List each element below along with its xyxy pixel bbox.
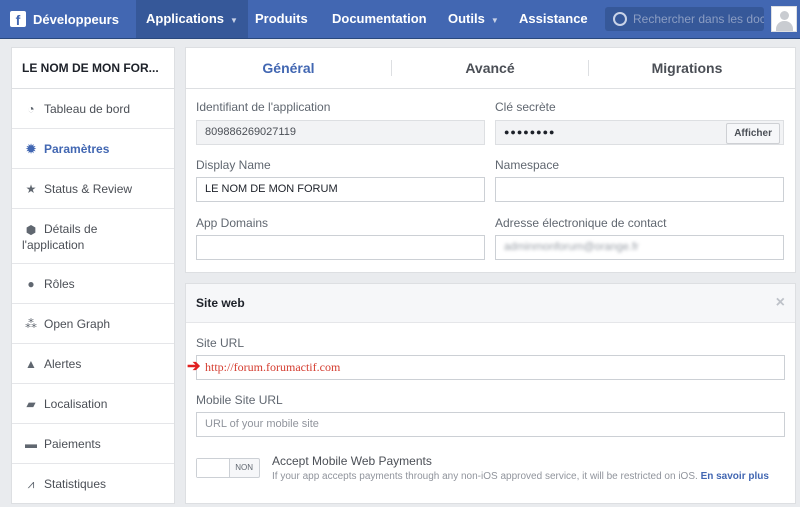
app-domains-label: App Domains: [196, 216, 269, 230]
sidebar-item-localisation[interactable]: ▰ Localisation: [12, 384, 174, 424]
settings-tabs: Général Avancé Migrations: [186, 48, 795, 89]
person-icon: ●: [27, 276, 35, 291]
app-id-field[interactable]: 809886269027119: [196, 120, 485, 145]
contact-email-value: adminmonforum@orange.fr: [504, 241, 639, 253]
payments-desc-text: If your app accepts payments through any…: [272, 471, 698, 482]
app-id-label: Identifiant de l'application: [196, 100, 331, 114]
site-url-value: http://forum.forumactif.com: [205, 360, 341, 374]
facebook-logo-icon: f: [10, 11, 26, 27]
display-name-label: Display Name: [196, 158, 271, 172]
nav-outils[interactable]: Outils ▼: [448, 0, 499, 38]
sidebar-item-status-review[interactable]: ★ Status & Review: [12, 169, 174, 209]
mobile-url-field[interactable]: URL of your mobile site: [196, 412, 785, 437]
graph-icon: ⁂: [25, 316, 37, 331]
nav-applications-label: Applications: [146, 11, 225, 26]
tab-migrations[interactable]: Migrations: [589, 48, 785, 88]
gear-icon: ✹: [25, 141, 37, 156]
sidebar-item-alerts[interactable]: ▲ Alertes: [12, 344, 174, 384]
card-icon: ▬: [25, 436, 37, 451]
learn-more-link[interactable]: En savoir plus: [701, 471, 769, 482]
search-icon: [613, 11, 627, 26]
secret-key-field[interactable]: ●●●●●●●● Afficher: [495, 120, 784, 145]
sidebar-item-label: Statistiques: [44, 477, 107, 491]
sidebar-item-label: Rôles: [44, 276, 75, 291]
show-secret-button[interactable]: Afficher: [726, 123, 780, 144]
brand-label: Développeurs: [33, 11, 119, 27]
sidebar-item-payments[interactable]: ▬ Paiements: [12, 424, 174, 464]
nav-assistance[interactable]: Assistance: [519, 0, 588, 38]
sidebar-item-label: Paiements: [44, 436, 101, 451]
sidebar-item-label: Tableau de bord: [44, 101, 131, 116]
sidebar-item-settings[interactable]: ✹ Paramètres: [12, 129, 174, 169]
general-settings-panel: Général Avancé Migrations Identifiant de…: [185, 47, 796, 273]
avatar[interactable]: [771, 6, 797, 32]
sidebar-item-label: Alertes: [44, 356, 82, 371]
tab-advanced[interactable]: Avancé: [392, 48, 588, 88]
secret-key-label: Clé secrète: [495, 100, 556, 114]
website-panel-title: Site web: [196, 296, 245, 310]
sidebar-item-open-graph[interactable]: ⁂ Open Graph: [12, 304, 174, 344]
avatar-head: [780, 11, 789, 20]
namespace-label: Namespace: [495, 158, 560, 172]
search-input[interactable]: Rechercher dans les docs: [605, 7, 764, 31]
sidebar-item-statistics[interactable]: ⩘ Statistiques: [12, 464, 174, 504]
display-name-field[interactable]: LE NOM DE MON FORUM: [196, 177, 485, 202]
box-icon: ⬢: [25, 223, 37, 237]
chevron-down-icon: ▼: [230, 16, 238, 25]
contact-email-label: Adresse électronique de contact: [495, 216, 667, 230]
contact-email-field[interactable]: adminmonforum@orange.fr: [495, 235, 784, 260]
close-icon[interactable]: ×: [776, 284, 785, 322]
warning-icon: ▲: [25, 356, 37, 371]
sidebar-item-label: Localisation: [44, 396, 108, 411]
sidebar-item-label: Paramètres: [44, 141, 110, 156]
site-url-field[interactable]: ➔ http://forum.forumactif.com: [187, 355, 785, 380]
nav-applications[interactable]: Applications ▼: [136, 0, 248, 38]
top-navigation-bar: f Développeurs Applications ▼ Produits Do…: [0, 0, 800, 39]
sidebar-item-label: Open Graph: [44, 316, 111, 331]
website-panel-header: Site web ×: [186, 284, 795, 323]
nav-produits[interactable]: Produits: [255, 0, 308, 38]
app-domains-field[interactable]: [196, 235, 485, 260]
sidebar-item-app-details[interactable]: ⬢ Détails de l'application: [12, 209, 174, 264]
red-arrow-icon: ➔: [187, 358, 201, 375]
secret-key-value: ●●●●●●●●: [504, 127, 556, 137]
map-icon: ▰: [26, 396, 36, 411]
sidebar-item-roles[interactable]: ● Rôles: [12, 264, 174, 304]
site-url-label: Site URL: [196, 336, 245, 350]
sidebar-item-dashboard[interactable]: ◔ Tableau de bord: [12, 89, 174, 129]
mobile-url-label: Mobile Site URL: [196, 393, 283, 407]
star-icon: ★: [25, 181, 37, 196]
sidebar-app-title: LE NOM DE MON FOR...: [12, 48, 174, 89]
sidebar: LE NOM DE MON FOR... ◔ Tableau de bord ✹…: [11, 47, 175, 504]
toggle-knob: [197, 459, 230, 477]
search-placeholder: Rechercher dans les docs: [633, 12, 764, 26]
sidebar-item-label: Status & Review: [44, 181, 133, 196]
website-panel: Site web × Site URL ➔ http://forum.forum…: [185, 283, 796, 504]
nav-outils-label: Outils: [448, 11, 485, 26]
sidebar-item-label: Détails de l'application: [22, 222, 98, 252]
tab-general[interactable]: Général: [186, 48, 391, 88]
toggle-state-label: NON: [235, 463, 253, 472]
mobile-payments-toggle[interactable]: NON: [196, 458, 260, 478]
chart-icon: ⩘: [27, 477, 35, 491]
developers-brand-link[interactable]: f Développeurs: [10, 0, 119, 38]
payments-description: If your app accepts payments through any…: [272, 470, 772, 483]
payments-title: Accept Mobile Web Payments: [272, 454, 432, 468]
dashboard-icon: ◔: [27, 101, 35, 116]
nav-documentation[interactable]: Documentation: [332, 0, 427, 38]
namespace-field[interactable]: [495, 177, 784, 202]
chevron-down-icon: ▼: [490, 16, 499, 25]
avatar-body: [776, 21, 793, 31]
